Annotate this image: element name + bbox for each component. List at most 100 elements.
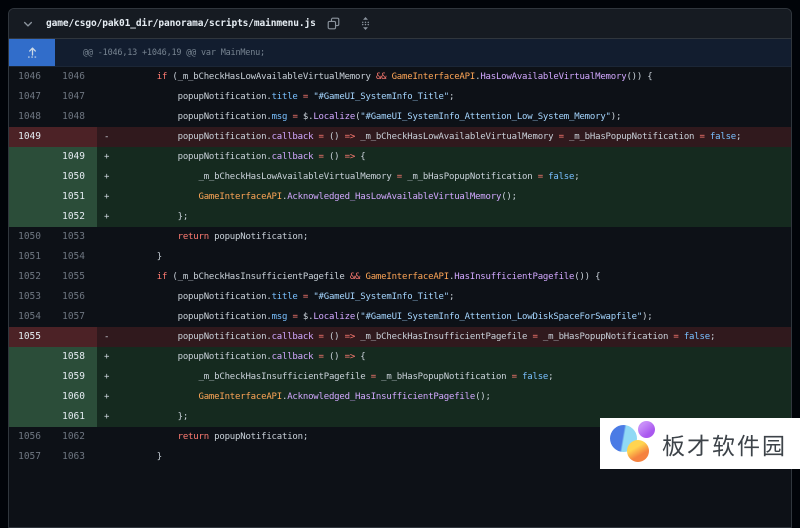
chevron-down-icon [22, 18, 34, 30]
diff-row: 1049 - popupNotification.callback = () =>… [9, 127, 791, 147]
diff-row: 10521055 if (_m_bCheckHasInsufficientPag… [9, 267, 791, 287]
code-line: popupNotification.title = "#GameUI_Syste… [97, 87, 791, 107]
diff-marker [97, 307, 115, 327]
diff-marker [97, 87, 115, 107]
old-line-number[interactable] [9, 207, 53, 227]
old-line-number[interactable]: 1049 [9, 127, 53, 147]
code-line: + _m_bCheckHasLowAvailableVirtualMemory … [97, 167, 791, 187]
new-line-number[interactable]: 1055 [53, 267, 97, 287]
new-line-number[interactable]: 1053 [53, 227, 97, 247]
hunk-header-text: @@ -1046,13 +1046,19 @@ var MainMenu; [55, 39, 265, 66]
old-line-number[interactable] [9, 187, 53, 207]
diff-marker: + [97, 187, 115, 207]
new-line-number[interactable]: 1046 [53, 67, 97, 87]
code-line: + popupNotification.callback = () => { [97, 147, 791, 167]
code-text: if (_m_bCheckHasLowAvailableVirtualMemor… [115, 67, 653, 87]
diff-marker [97, 447, 115, 467]
diff-marker: + [97, 147, 115, 167]
diff-row: 1060+ GameInterfaceAPI.Acknowledged_HasI… [9, 387, 791, 407]
new-line-number[interactable] [53, 127, 97, 147]
code-text: popupNotification.callback = () => _m_bC… [115, 327, 715, 347]
diff-row: 1059+ _m_bCheckHasInsufficientPagefile =… [9, 367, 791, 387]
code-line: if (_m_bCheckHasInsufficientPagefile && … [97, 267, 791, 287]
old-line-number[interactable] [9, 167, 53, 187]
code-line: + popupNotification.callback = () => { [97, 347, 791, 367]
code-text: } [115, 247, 162, 267]
code-text: popupNotification.callback = () => { [115, 347, 366, 367]
old-line-number[interactable]: 1050 [9, 227, 53, 247]
code-line: + GameInterfaceAPI.Acknowledged_HasInsuf… [97, 387, 791, 407]
grabber-icon [359, 16, 372, 31]
new-line-number[interactable]: 1047 [53, 87, 97, 107]
old-line-number[interactable] [9, 347, 53, 367]
code-line: popupNotification.title = "#GameUI_Syste… [97, 287, 791, 307]
drag-handle[interactable] [357, 14, 374, 33]
diff-body: 10461046 if (_m_bCheckHasLowAvailableVir… [9, 67, 791, 467]
old-line-number[interactable]: 1051 [9, 247, 53, 267]
new-line-number[interactable]: 1056 [53, 287, 97, 307]
code-text: popupNotification.title = "#GameUI_Syste… [115, 287, 454, 307]
diff-row: 1051+ GameInterfaceAPI.Acknowledged_HasL… [9, 187, 791, 207]
diff-row: 10531056 popupNotification.title = "#Gam… [9, 287, 791, 307]
expand-hunk-button[interactable] [9, 39, 55, 66]
old-line-number[interactable]: 1048 [9, 107, 53, 127]
code-text: _m_bCheckHasLowAvailableVirtualMemory = … [115, 167, 579, 187]
diff-row: 10511054 } [9, 247, 791, 267]
file-header: game/csgo/pak01_dir/panorama/scripts/mai… [9, 9, 791, 39]
old-line-number[interactable] [9, 367, 53, 387]
diff-row: 1049+ popupNotification.callback = () =>… [9, 147, 791, 167]
code-line: - popupNotification.callback = () => _m_… [97, 127, 791, 147]
diff-row: 1050+ _m_bCheckHasLowAvailableVirtualMem… [9, 167, 791, 187]
diff-marker: + [97, 367, 115, 387]
code-text: popupNotification.callback = () => { [115, 147, 366, 167]
old-line-number[interactable]: 1057 [9, 447, 53, 467]
old-line-number[interactable]: 1047 [9, 87, 53, 107]
old-line-number[interactable]: 1054 [9, 307, 53, 327]
code-line: - popupNotification.callback = () => _m_… [97, 327, 791, 347]
new-line-number[interactable]: 1050 [53, 167, 97, 187]
diff-marker: - [97, 327, 115, 347]
code-line: } [97, 247, 791, 267]
code-text: }; [115, 207, 188, 227]
collapse-file-button[interactable] [19, 15, 37, 33]
diff-marker: + [97, 207, 115, 227]
new-line-number[interactable]: 1061 [53, 407, 97, 427]
diff-marker [97, 267, 115, 287]
new-line-number[interactable]: 1049 [53, 147, 97, 167]
hunk-header-row: @@ -1046,13 +1046,19 @@ var MainMenu; [9, 39, 791, 67]
copy-path-button[interactable] [325, 15, 342, 32]
new-line-number[interactable]: 1052 [53, 207, 97, 227]
diff-marker: - [97, 127, 115, 147]
diff-row: 10461046 if (_m_bCheckHasLowAvailableVir… [9, 67, 791, 87]
new-line-number[interactable]: 1051 [53, 187, 97, 207]
old-line-number[interactable]: 1056 [9, 427, 53, 447]
new-line-number[interactable]: 1054 [53, 247, 97, 267]
logo-orange-circle [627, 440, 649, 462]
old-line-number[interactable] [9, 147, 53, 167]
diff-marker [97, 227, 115, 247]
diff-marker: + [97, 407, 115, 427]
new-line-number[interactable] [53, 327, 97, 347]
old-line-number[interactable]: 1046 [9, 67, 53, 87]
new-line-number[interactable]: 1062 [53, 427, 97, 447]
diff-row: 1055 - popupNotification.callback = () =>… [9, 327, 791, 347]
diff-row: 10481048 popupNotification.msg = $.Local… [9, 107, 791, 127]
old-line-number[interactable]: 1055 [9, 327, 53, 347]
old-line-number[interactable]: 1052 [9, 267, 53, 287]
code-text: return popupNotification; [115, 427, 308, 447]
old-line-number[interactable]: 1053 [9, 287, 53, 307]
new-line-number[interactable]: 1048 [53, 107, 97, 127]
new-line-number[interactable]: 1063 [53, 447, 97, 467]
new-line-number[interactable]: 1058 [53, 347, 97, 367]
diff-row: 10501053 return popupNotification; [9, 227, 791, 247]
new-line-number[interactable]: 1060 [53, 387, 97, 407]
old-line-number[interactable] [9, 387, 53, 407]
old-line-number[interactable] [9, 407, 53, 427]
new-line-number[interactable]: 1057 [53, 307, 97, 327]
file-path[interactable]: game/csgo/pak01_dir/panorama/scripts/mai… [46, 18, 316, 29]
copy-icon [327, 17, 340, 30]
new-line-number[interactable]: 1059 [53, 367, 97, 387]
code-text: popupNotification.title = "#GameUI_Syste… [115, 87, 454, 107]
code-text: return popupNotification; [115, 227, 308, 247]
code-text: popupNotification.callback = () => _m_bC… [115, 127, 741, 147]
